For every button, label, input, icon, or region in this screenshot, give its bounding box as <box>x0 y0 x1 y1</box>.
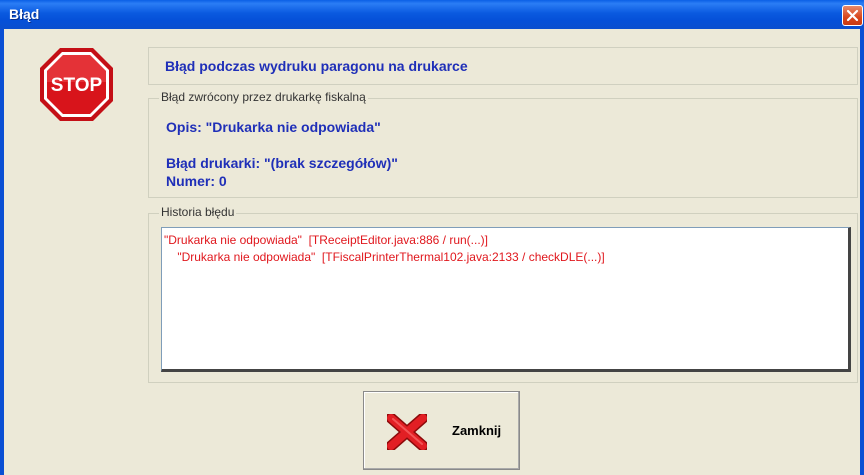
window-frame-right <box>860 29 864 475</box>
close-button[interactable]: Zamknij <box>363 391 520 470</box>
error-message: Błąd podczas wydruku paragonu na drukarc… <box>165 58 468 74</box>
printer-error-group: Błąd zwrócony przez drukarkę fiskalną Op… <box>148 90 858 198</box>
stop-sign-text: STOP <box>51 75 103 96</box>
printer-error-number: Numer: 0 <box>166 173 227 189</box>
error-history-legend: Historia błędu <box>159 205 237 219</box>
title-bar[interactable]: Błąd <box>0 0 864 29</box>
printer-error-description: Opis: "Drukarka nie odpowiada" <box>166 119 381 135</box>
stop-sign-icon: STOP <box>40 48 113 121</box>
error-message-panel: Błąd podczas wydruku paragonu na drukarc… <box>148 47 858 85</box>
printer-error-legend: Błąd zwrócony przez drukarkę fiskalną <box>159 90 368 104</box>
window-frame-left <box>0 29 4 475</box>
history-line: "Drukarka nie odpowiada" [TFiscalPrinter… <box>164 250 605 264</box>
error-history-group: Historia błędu "Drukarka nie odpowiada" … <box>148 205 858 383</box>
close-button-label: Zamknij <box>452 423 502 438</box>
error-history-textarea[interactable]: "Drukarka nie odpowiada" [TReceiptEditor… <box>161 227 851 372</box>
close-icon[interactable] <box>842 5 863 26</box>
window-title: Błąd <box>9 6 40 22</box>
history-line: "Drukarka nie odpowiada" [TReceiptEditor… <box>164 233 489 247</box>
printer-error-detail: Błąd drukarki: "(brak szczegółów)" <box>166 155 398 171</box>
red-x-icon <box>387 414 427 450</box>
